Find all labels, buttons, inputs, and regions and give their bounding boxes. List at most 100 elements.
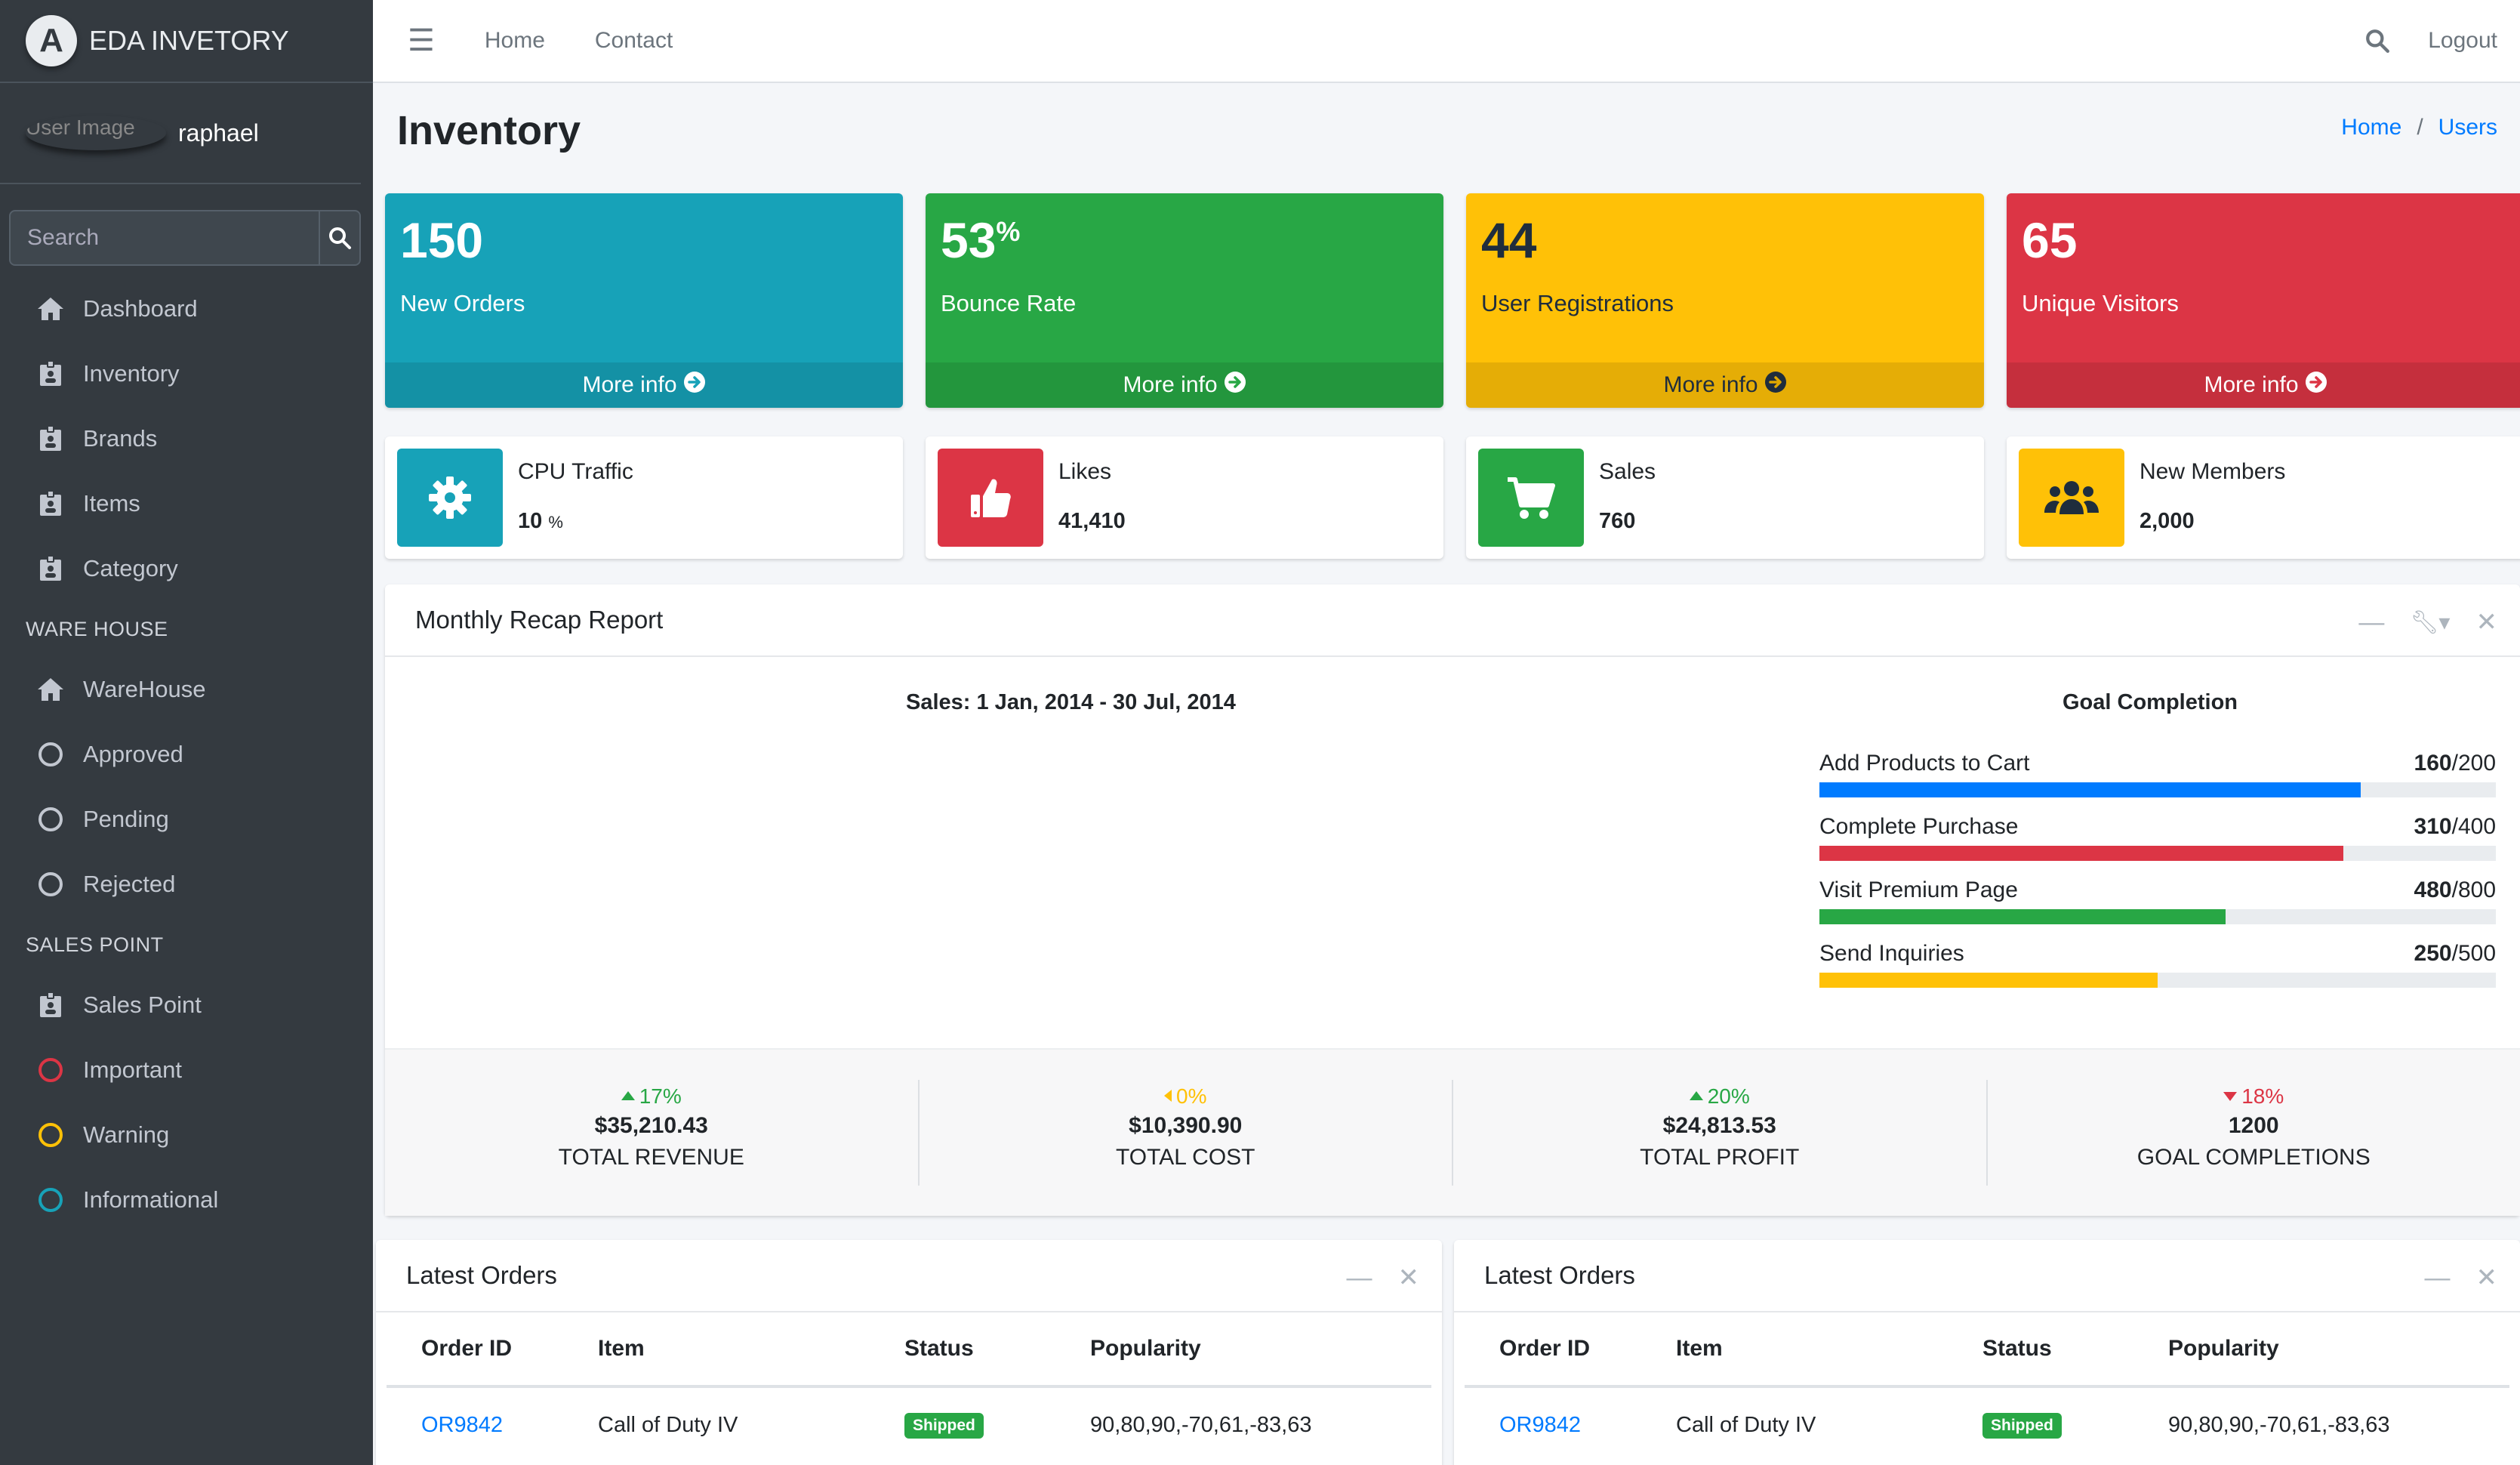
breadcrumb: Home / Users xyxy=(2341,115,2497,140)
id-badge-icon xyxy=(35,990,66,1020)
card-title: Latest Orders xyxy=(406,1261,557,1289)
orders-table: Order ID Item Status Popularity OR9842 Call o… xyxy=(1465,1312,2509,1462)
close-icon[interactable]: ✕ xyxy=(1398,1263,1420,1293)
brand-name: EDA INVETORY xyxy=(89,25,289,56)
gear-icon xyxy=(397,449,503,547)
hamburger-menu-icon[interactable]: ☰ xyxy=(408,23,435,58)
info-box-value: 10 % xyxy=(518,509,563,533)
minimize-icon[interactable]: — xyxy=(2425,1263,2451,1293)
more-info-link[interactable]: More info xyxy=(385,362,903,408)
stat-value: 44 xyxy=(1481,212,1537,268)
sidebar-nav: Dashboard Inventory Brands Items Category WAR… xyxy=(0,276,373,1232)
description-block: 0% $10,390.90 TOTAL COST xyxy=(920,1080,1453,1186)
info-box-title: New Members xyxy=(2140,459,2286,484)
small-box-new-orders: 150 New Orders More info xyxy=(385,193,903,408)
info-box-title: Sales xyxy=(1599,459,1656,484)
sidebar: A EDA INVETORY User Image raphael Dashbo… xyxy=(0,0,373,1465)
column-header: Popularity xyxy=(1055,1312,1431,1388)
info-box-sales: Sales 760 xyxy=(1466,436,1984,559)
progress-bar xyxy=(1819,846,2496,861)
more-info-link[interactable]: More info xyxy=(1466,362,1984,408)
minimize-icon[interactable]: — xyxy=(2358,608,2384,637)
goal-progress-group: Visit Premium Page 480/800 xyxy=(1819,877,2496,924)
percentage: 17% xyxy=(385,1084,918,1109)
minimize-icon[interactable]: — xyxy=(1347,1263,1372,1293)
progress-fill xyxy=(1819,846,2344,861)
column-header: Popularity xyxy=(2133,1312,2509,1388)
arrow-circle-right-icon xyxy=(1764,371,1787,399)
stat-label: New Orders xyxy=(400,290,525,316)
sidebar-item-informational[interactable]: Informational xyxy=(0,1167,373,1232)
caret-down-icon xyxy=(2223,1091,2238,1101)
sidebar-item-important[interactable]: Important xyxy=(0,1038,373,1103)
page-title: Inventory xyxy=(397,108,581,153)
goal-label: Visit Premium Page xyxy=(1819,877,2018,902)
sidebar-item-dashboard[interactable]: Dashboard xyxy=(0,276,373,341)
sidebar-item-warehouse[interactable]: WareHouse xyxy=(0,657,373,722)
sidebar-search xyxy=(9,210,361,266)
amount: 1200 xyxy=(2228,1113,2279,1138)
sidebar-item-inventory[interactable]: Inventory xyxy=(0,341,373,406)
caret-up-icon xyxy=(621,1090,635,1100)
brand-logo: A xyxy=(26,15,77,66)
close-icon[interactable]: ✕ xyxy=(2476,1263,2498,1293)
order-item: Call of Duty IV xyxy=(598,1412,738,1437)
order-id-link[interactable]: OR9842 xyxy=(421,1413,503,1437)
sidebar-item-items[interactable]: Items xyxy=(0,471,373,536)
goal-label: Send Inquiries xyxy=(1819,941,1964,966)
description-text: TOTAL COST xyxy=(1116,1145,1255,1170)
table-header-row: Order ID Item Status Popularity xyxy=(387,1312,1431,1388)
more-info-link[interactable]: More info xyxy=(2007,362,2520,408)
sidebar-item-label: Brands xyxy=(83,425,158,452)
orders-table: Order ID Item Status Popularity OR9842 Call o… xyxy=(387,1312,1431,1462)
goal-value: 480/800 xyxy=(2414,877,2496,902)
goal-progress-group: Add Products to Cart 160/200 xyxy=(1819,751,2496,797)
sidebar-item-brands[interactable]: Brands xyxy=(0,406,373,471)
sales-chart-title: Sales: 1 Jan, 2014 - 30 Jul, 2014 xyxy=(906,690,1236,714)
logout-link[interactable]: Logout xyxy=(2428,28,2497,54)
sidebar-item-rejected[interactable]: Rejected xyxy=(0,852,373,917)
goal-value: 250/500 xyxy=(2414,941,2496,966)
goal-completion-title: Goal Completion xyxy=(2063,690,2238,714)
thumbs-up-icon xyxy=(938,449,1043,547)
sidebar-item-label: Category xyxy=(83,555,178,581)
status-badge: Shipped xyxy=(904,1413,984,1439)
latest-orders-card-left: Latest Orders — ✕ Order ID Item Status Popu… xyxy=(376,1240,1442,1465)
sidebar-item-label: Warning xyxy=(83,1121,170,1148)
wrench-icon[interactable]: 🔧︎▾ xyxy=(2410,609,2450,636)
nav-link-contact[interactable]: Contact xyxy=(595,28,673,54)
goal-value: 310/400 xyxy=(2414,814,2496,839)
description-text: GOAL COMPLETIONS xyxy=(2136,1145,2371,1170)
table-row: OR9842 Call of Duty IV Shipped 90,80,90,-70… xyxy=(1465,1386,2509,1462)
amount: $24,813.53 xyxy=(1662,1113,1776,1138)
user-panel: User Image raphael xyxy=(0,83,361,184)
info-box-title: CPU Traffic xyxy=(518,459,633,484)
stat-value: 53% xyxy=(941,212,1021,268)
progress-bar xyxy=(1819,909,2496,924)
caret-up-icon xyxy=(1689,1090,1703,1100)
nav-link-home[interactable]: Home xyxy=(485,28,545,54)
circle-icon xyxy=(35,804,66,834)
sidebar-item-sales-point[interactable]: Sales Point xyxy=(0,973,373,1038)
close-icon[interactable]: ✕ xyxy=(2476,607,2498,637)
percentage: 20% xyxy=(1453,1084,1986,1109)
info-box-new-members: New Members 2,000 xyxy=(2007,436,2520,559)
more-info-link[interactable]: More info xyxy=(926,362,1443,408)
search-button[interactable] xyxy=(319,211,359,264)
sidebar-item-category[interactable]: Category xyxy=(0,536,373,601)
sidebar-item-warning[interactable]: Warning xyxy=(0,1103,373,1167)
search-icon[interactable] xyxy=(2364,28,2390,54)
sidebar-item-pending[interactable]: Pending xyxy=(0,787,373,852)
recap-footer: 17% $35,210.43 TOTAL REVENUE 0% $10,390.90 TO… xyxy=(385,1048,2520,1216)
small-box-user-registrations: 44 User Registrations More info xyxy=(1466,193,1984,408)
sidebar-item-approved[interactable]: Approved xyxy=(0,722,373,787)
breadcrumb-home[interactable]: Home xyxy=(2341,115,2401,140)
sidebar-item-label: Rejected xyxy=(83,871,176,897)
order-id-link[interactable]: OR9842 xyxy=(1499,1413,1581,1437)
progress-fill xyxy=(1819,782,2361,797)
info-box-value: 41,410 xyxy=(1058,509,1126,533)
user-name[interactable]: raphael xyxy=(178,119,259,147)
breadcrumb-users[interactable]: Users xyxy=(2438,115,2497,140)
brand-link[interactable]: A EDA INVETORY xyxy=(0,0,373,83)
search-input[interactable] xyxy=(11,211,319,264)
